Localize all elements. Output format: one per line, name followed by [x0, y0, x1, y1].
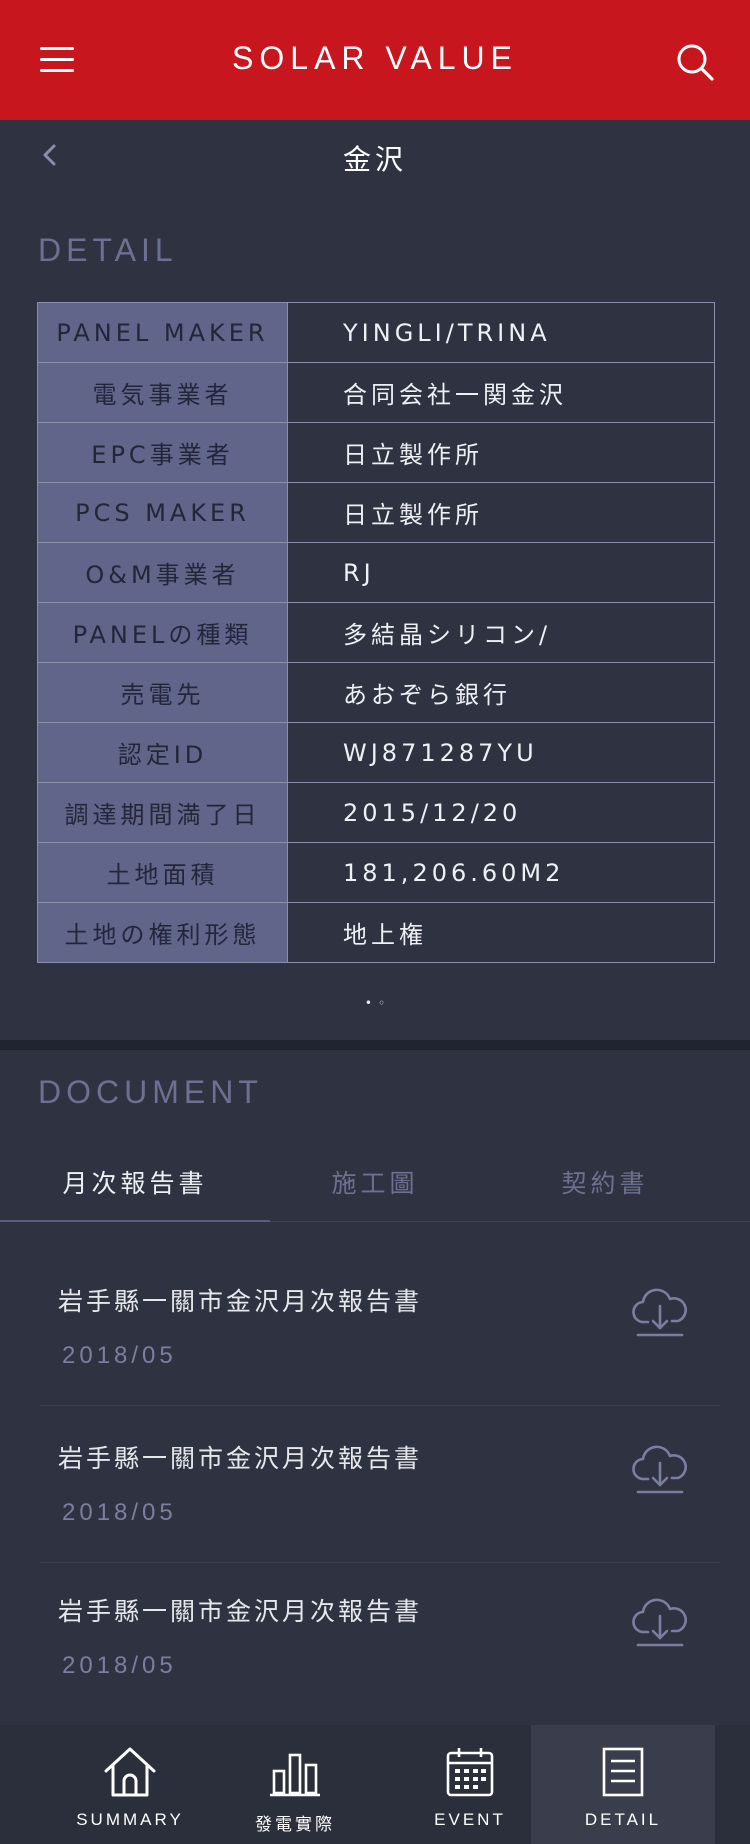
pager-dot-active[interactable]: •: [365, 996, 372, 1010]
detail-table: PANEL MAKER YINGLI/TRINA 電気事業者 合同会社一関金沢 EP…: [37, 302, 715, 963]
document-title: 岩手縣一關市金沢月次報告書: [58, 1444, 423, 1473]
detail-label: PANELの種類: [37, 602, 288, 663]
detail-label: 土地面積: [37, 842, 288, 903]
nav-summary-label: SUMMARY: [76, 1810, 184, 1829]
detail-section-title: DETAIL: [38, 232, 178, 268]
cloud-download-icon[interactable]: [632, 1441, 688, 1497]
document-date: 2018/05: [62, 1499, 177, 1526]
nav-detail[interactable]: DETAIL: [531, 1725, 715, 1844]
detail-value: 日立製作所: [287, 422, 715, 483]
nav-event[interactable]: EVENT: [395, 1725, 545, 1844]
app-header: SOLAR VALUE: [0, 0, 750, 120]
detail-value: 日立製作所: [287, 482, 715, 543]
detail-label: PANEL MAKER: [37, 302, 288, 363]
app-title: SOLAR VALUE: [232, 40, 518, 76]
home-icon: [104, 1747, 156, 1797]
list-item[interactable]: 岩手縣一關市金沢月次報告書 2018/05: [40, 1407, 720, 1563]
detail-row: 土地面積 181,206.60M2: [37, 842, 715, 903]
sub-header: 金沢: [0, 120, 750, 190]
detail-label: 土地の権利形態: [37, 902, 288, 963]
detail-row: PANEL MAKER YINGLI/TRINA: [37, 302, 715, 363]
document-title: 岩手縣一關市金沢月次報告書: [58, 1287, 423, 1316]
detail-value: 合同会社一関金沢: [287, 362, 715, 423]
nav-actual-generation-label: 發電實際: [255, 1815, 335, 1834]
search-icon[interactable]: [675, 42, 715, 82]
document-tabs: 月次報告書 施工圖 契約書: [0, 1150, 750, 1222]
detail-value: 多結晶シリコン/: [287, 602, 715, 663]
detail-label: EPC事業者: [37, 422, 288, 483]
document-section-title: DOCUMENT: [38, 1074, 263, 1110]
tab-contract[interactable]: 契約書: [470, 1150, 740, 1222]
detail-row: 調達期間満了日 2015/12/20: [37, 782, 715, 843]
detail-row: 土地の権利形態 地上権: [37, 902, 715, 963]
list-item[interactable]: 岩手縣一關市金沢月次報告書 2018/05: [40, 1250, 720, 1406]
detail-value: WJ871287YU: [287, 722, 715, 783]
detail-value: 2015/12/20: [287, 782, 715, 843]
detail-label: O&M事業者: [37, 542, 288, 603]
nav-summary[interactable]: SUMMARY: [50, 1725, 210, 1844]
site-name: 金沢: [342, 143, 407, 176]
detail-row: EPC事業者 日立製作所: [37, 422, 715, 483]
nav-event-label: EVENT: [434, 1810, 506, 1829]
list-item[interactable]: 岩手縣一關市金沢月次報告書 2018/05: [40, 1560, 720, 1716]
section-divider: [0, 1040, 750, 1050]
document-icon: [602, 1747, 644, 1797]
detail-row: 電気事業者 合同会社一関金沢: [37, 362, 715, 423]
detail-value: 181,206.60M2: [287, 842, 715, 903]
cloud-download-icon[interactable]: [632, 1594, 688, 1650]
detail-label: 調達期間満了日: [37, 782, 288, 843]
calendar-icon: [446, 1748, 494, 1797]
bottom-nav: SUMMARY 發電實際 EVENT DETAIL: [0, 1725, 750, 1844]
detail-row: PCS MAKER 日立製作所: [37, 482, 715, 543]
cloud-download-icon[interactable]: [632, 1284, 688, 1340]
document-date: 2018/05: [62, 1342, 177, 1369]
detail-value: 地上権: [287, 902, 715, 963]
detail-value: YINGLI/TRINA: [287, 302, 715, 363]
tab-monthly-report[interactable]: 月次報告書: [0, 1150, 270, 1222]
document-date: 2018/05: [62, 1652, 177, 1679]
detail-label: 認定ID: [37, 722, 288, 783]
document-title: 岩手縣一關市金沢月次報告書: [58, 1597, 423, 1626]
detail-label: PCS MAKER: [37, 482, 288, 543]
nav-actual-generation[interactable]: 發電實際: [215, 1725, 375, 1844]
detail-row: 認定ID WJ871287YU: [37, 722, 715, 783]
detail-value: あおぞら銀行: [287, 662, 715, 723]
bar-chart-icon: [270, 1753, 320, 1797]
detail-label: 売電先: [37, 662, 288, 723]
detail-row: O&M事業者 RJ: [37, 542, 715, 603]
detail-row: 売電先 あおぞら銀行: [37, 662, 715, 723]
pager-dot[interactable]: ◦: [378, 996, 385, 1010]
pager-dots[interactable]: • ◦: [0, 996, 750, 1010]
detail-label: 電気事業者: [37, 362, 288, 423]
detail-value: RJ: [287, 542, 715, 603]
nav-detail-label: DETAIL: [584, 1810, 662, 1829]
detail-row: PANELの種類 多結晶シリコン/: [37, 602, 715, 663]
